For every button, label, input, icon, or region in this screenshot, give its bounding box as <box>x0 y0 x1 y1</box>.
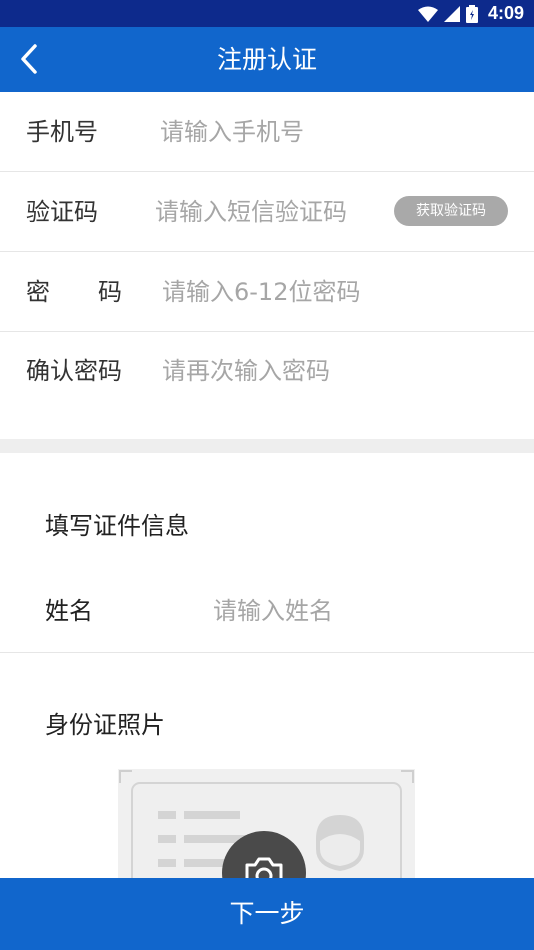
name-label: 姓名 <box>45 597 93 625</box>
password-row: 密码 请输入6-12位密码 <box>0 252 534 332</box>
status-icons: 4:09 <box>417 3 524 24</box>
photo-section-title: 身份证照片 <box>45 711 165 739</box>
phone-input[interactable]: 请输入手机号 <box>160 92 304 172</box>
id-section-title: 填写证件信息 <box>45 512 189 540</box>
code-row: 验证码 请输入短信验证码 获取验证码 <box>0 172 534 252</box>
battery-icon <box>465 4 478 23</box>
app-bar: 注册认证 <box>0 27 534 92</box>
wifi-icon <box>417 6 438 22</box>
password-input[interactable]: 请输入6-12位密码 <box>162 252 360 332</box>
phone-row: 手机号 请输入手机号 <box>0 92 534 172</box>
get-code-button[interactable]: 获取验证码 <box>394 196 508 226</box>
name-input[interactable]: 请输入姓名 <box>213 570 333 653</box>
code-label: 验证码 <box>26 198 98 226</box>
status-time: 4:09 <box>487 3 524 23</box>
code-input[interactable]: 请输入短信验证码 <box>155 172 347 252</box>
signal-icon <box>443 5 460 22</box>
confirm-label: 确认密码 <box>26 357 122 385</box>
section-divider <box>0 439 534 453</box>
confirm-input[interactable]: 请再次输入密码 <box>162 331 330 411</box>
page-title: 注册认证 <box>216 45 317 74</box>
id-photo-upload[interactable] <box>118 769 415 884</box>
name-row: 姓名 请输入姓名 <box>0 570 534 653</box>
password-label: 密码 <box>26 278 170 306</box>
confirm-row: 确认密码 请再次输入密码 <box>0 331 534 411</box>
status-bar: 4:09 <box>0 0 534 27</box>
next-step-button[interactable]: 下一步 <box>0 878 534 950</box>
phone-label: 手机号 <box>26 118 98 146</box>
camera-icon <box>222 831 306 884</box>
